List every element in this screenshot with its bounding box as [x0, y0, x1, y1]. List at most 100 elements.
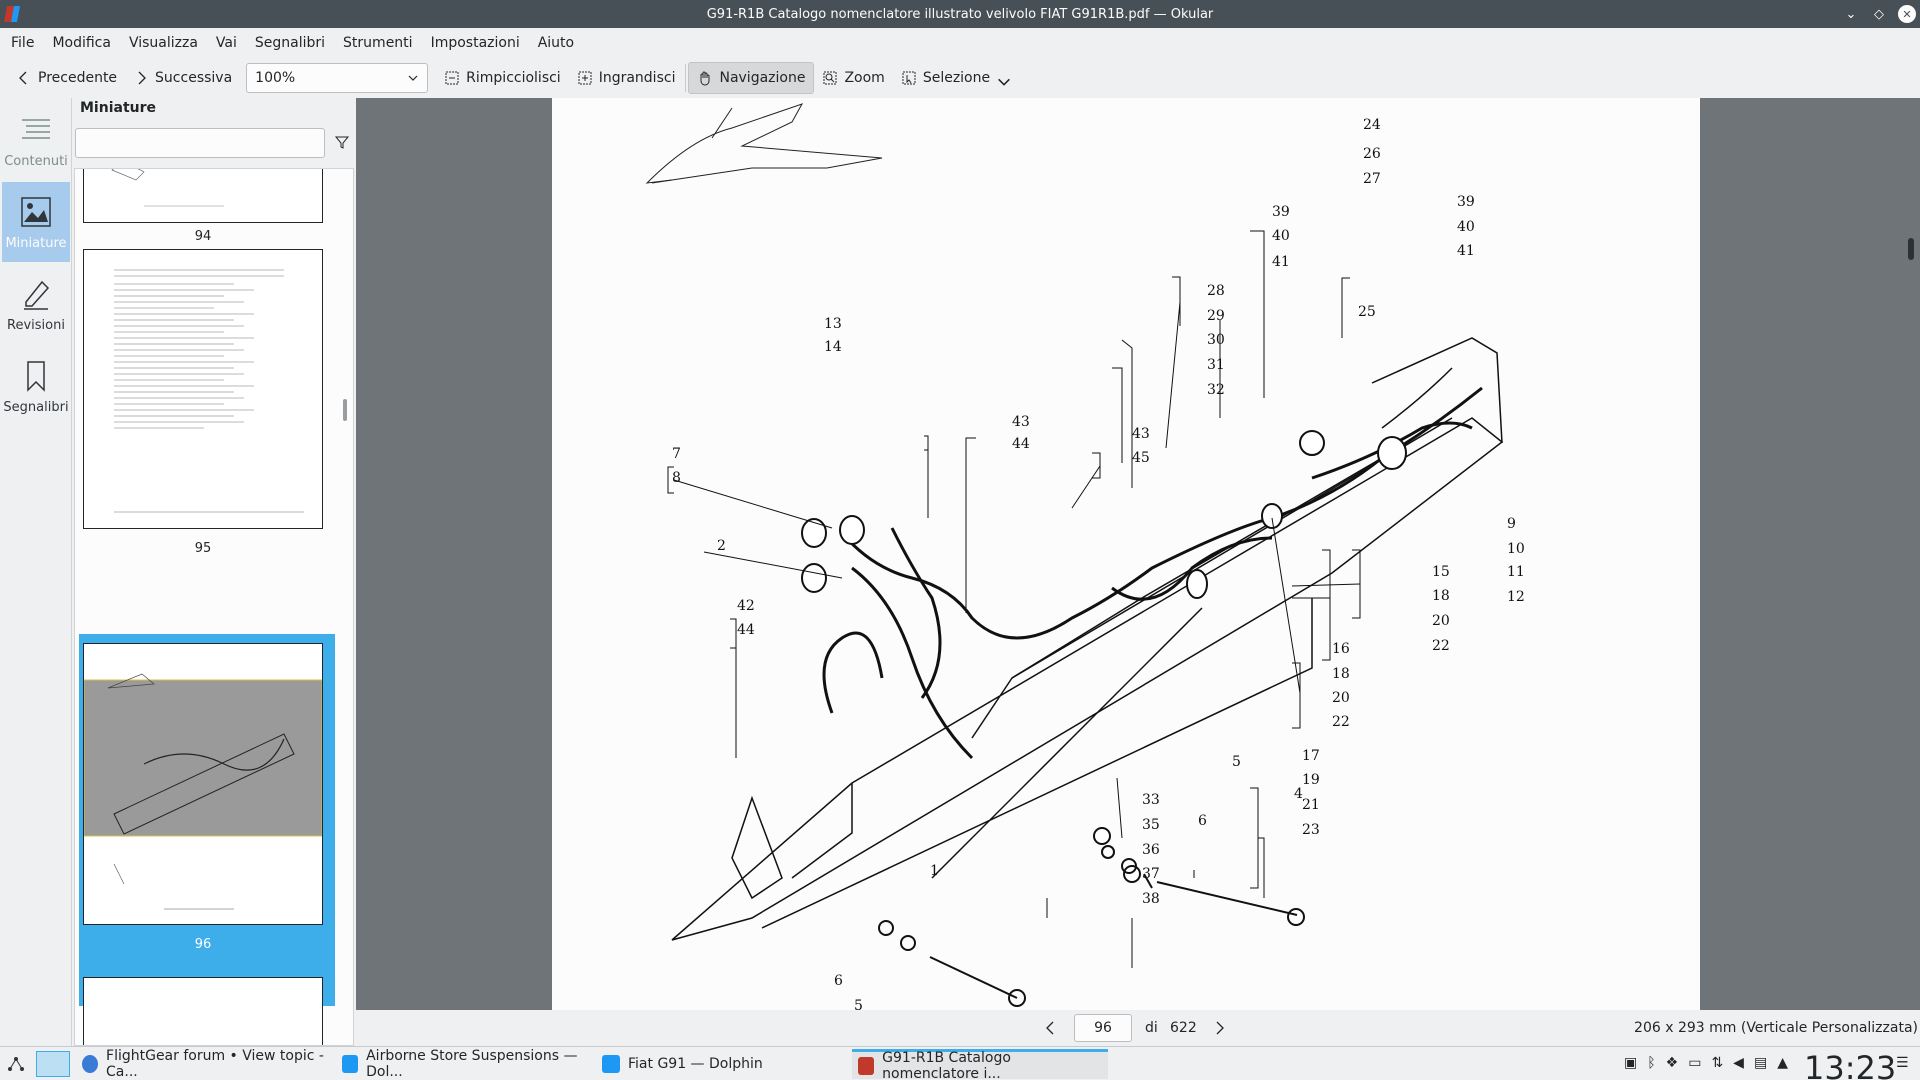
menu-edit[interactable]: Modifica	[43, 28, 120, 58]
browse-tool-button[interactable]: Navigazione	[688, 62, 815, 94]
network-icon[interactable]: ⇅	[1711, 1055, 1723, 1071]
page-95-preview	[114, 269, 304, 513]
document-scrollbar[interactable]	[1908, 238, 1914, 260]
bolts	[878, 845, 1305, 1007]
svg-text:22: 22	[1432, 638, 1450, 654]
task-label: FlightGear forum • View topic - Ca...	[106, 1048, 324, 1080]
zoom-tool-button[interactable]: Zoom	[814, 62, 892, 94]
svg-text:5: 5	[854, 998, 863, 1010]
task-okular[interactable]: G91-R1B Catalogo nomenclatore i...	[852, 1049, 1108, 1080]
zoom-out-label: Rimpicciolisci	[466, 70, 561, 86]
svg-text:41: 41	[1457, 243, 1475, 259]
maximize-button[interactable]: ◇	[1870, 5, 1888, 23]
tab-contents[interactable]: Contenuti	[2, 100, 70, 180]
clipboard-icon[interactable]: ▤	[1754, 1055, 1767, 1071]
bookmark-icon	[27, 360, 45, 392]
page-number-input[interactable]: 96	[1074, 1014, 1132, 1042]
thumbnail-page-97[interactable]	[83, 977, 323, 1045]
thumbnails-panel: Miniature 94 95 96	[72, 98, 356, 1046]
svg-text:38: 38	[1142, 891, 1160, 907]
svg-text:30: 30	[1207, 332, 1225, 348]
thumbnails-list[interactable]: 94 95 96	[74, 168, 354, 1046]
page-of-label: di	[1145, 1020, 1158, 1036]
tab-bookmarks[interactable]: Segnalibri	[2, 346, 70, 426]
connectors	[801, 430, 1407, 883]
tray-expand-icon[interactable]: ▲	[1777, 1055, 1788, 1071]
svg-text:17: 17	[1302, 748, 1320, 764]
task-flightgear-forum[interactable]: FlightGear forum • View topic - Ca...	[76, 1048, 332, 1080]
tab-reviews[interactable]: Revisioni	[2, 264, 70, 344]
menu-icon[interactable]: ☰	[1896, 1055, 1909, 1071]
zoom-in-button[interactable]: Ingrandisci	[569, 62, 684, 94]
page-size-label: 206 x 293 mm (Verticale Personalizzata)	[1634, 1020, 1918, 1036]
menu-file[interactable]: File	[2, 28, 43, 58]
task-dolphin-airborne[interactable]: Airborne Store Suspensions — Dol...	[336, 1048, 592, 1080]
thumbnails-search-input[interactable]	[75, 128, 325, 158]
svg-text:31: 31	[1207, 357, 1225, 373]
nav-previous-page-button[interactable]	[1044, 1020, 1056, 1040]
thumbnail-page-94[interactable]	[83, 169, 323, 223]
tab-thumbnails-label: Miniature	[5, 235, 67, 251]
svg-text:20: 20	[1432, 613, 1450, 629]
chevron-down-icon	[998, 78, 1011, 86]
menu-bookmarks[interactable]: Segnalibri	[246, 28, 334, 58]
okular-app-icon	[4, 6, 20, 22]
menu-help[interactable]: Aiuto	[529, 28, 583, 58]
system-tray: ▣ ᛒ ❖ ▭ ⇅ ◀ ▤ ▲	[1624, 1055, 1788, 1071]
notifications-icon[interactable]: ▣	[1624, 1055, 1637, 1071]
selection-tool-button[interactable]: Selezione	[893, 62, 1020, 94]
zoom-in-label: Ingrandisci	[598, 70, 676, 86]
menu-go[interactable]: Vai	[207, 28, 246, 58]
taskbar: FlightGear forum • View topic - Ca... Ai…	[0, 1046, 1920, 1080]
svg-text:21: 21	[1302, 797, 1320, 813]
svg-text:24: 24	[1363, 117, 1381, 133]
thumbnail-label-95: 95	[194, 541, 212, 556]
desktop-pager[interactable]	[36, 1051, 70, 1077]
selection-tool-label: Selezione	[922, 70, 991, 86]
thumbnails-scrollbar[interactable]	[343, 399, 347, 421]
page-total-label: 622	[1170, 1020, 1197, 1036]
bluetooth-icon[interactable]: ᛒ	[1647, 1055, 1655, 1071]
menu-settings[interactable]: Impostazioni	[422, 28, 529, 58]
svg-text:14: 14	[824, 339, 842, 355]
previous-page-button[interactable]: Precedente	[8, 62, 125, 94]
thumbnail-page-95[interactable]	[83, 249, 323, 529]
nav-next-page-button[interactable]	[1214, 1020, 1226, 1040]
svg-text:37: 37	[1142, 866, 1160, 882]
svg-text:6: 6	[1198, 813, 1207, 829]
svg-text:39: 39	[1457, 194, 1475, 210]
menu-view[interactable]: Visualizza	[120, 28, 207, 58]
volume-icon[interactable]: ◀	[1733, 1055, 1744, 1071]
svg-text:28: 28	[1207, 283, 1225, 299]
thumbnail-page-96[interactable]	[83, 643, 323, 925]
svg-text:32: 32	[1207, 382, 1225, 398]
clock[interactable]: 13:23	[1804, 1049, 1896, 1080]
chevron-right-icon	[138, 71, 146, 85]
task-dolphin-fiat[interactable]: Fiat G91 — Dolphin	[596, 1049, 852, 1079]
display-icon[interactable]: ▭	[1688, 1055, 1701, 1071]
thumbnails-title: Miniature	[80, 100, 157, 116]
filter-icon[interactable]	[334, 134, 350, 150]
next-page-button[interactable]: Successiva	[125, 62, 240, 94]
chevron-left-icon	[19, 71, 27, 85]
app-launcher-icon[interactable]	[6, 1055, 26, 1075]
contents-icon	[22, 118, 50, 139]
minimize-button[interactable]: ⌄	[1842, 5, 1860, 23]
menu-tools[interactable]: Strumenti	[334, 28, 422, 58]
zoom-in-icon	[578, 71, 592, 85]
svg-text:43: 43	[1132, 426, 1150, 442]
svg-text:22: 22	[1332, 714, 1350, 730]
zoom-out-button[interactable]: Rimpicciolisci	[436, 62, 569, 94]
svg-text:12: 12	[1507, 589, 1525, 605]
svg-text:18: 18	[1332, 666, 1350, 682]
close-button[interactable]: ✕	[1898, 5, 1916, 23]
zoom-select[interactable]: 100%	[246, 63, 429, 93]
svg-text:13: 13	[824, 316, 842, 332]
svg-text:7: 7	[672, 446, 681, 462]
svg-text:40: 40	[1272, 228, 1290, 244]
tab-thumbnails[interactable]: Miniature	[2, 182, 70, 262]
svg-text:45: 45	[1132, 450, 1150, 466]
svg-text:26: 26	[1363, 146, 1381, 162]
document-view[interactable]: 24 26 27 39 40 41 39 40 41 28 29 30 31 3…	[356, 98, 1920, 1010]
dropbox-icon[interactable]: ❖	[1666, 1055, 1679, 1071]
